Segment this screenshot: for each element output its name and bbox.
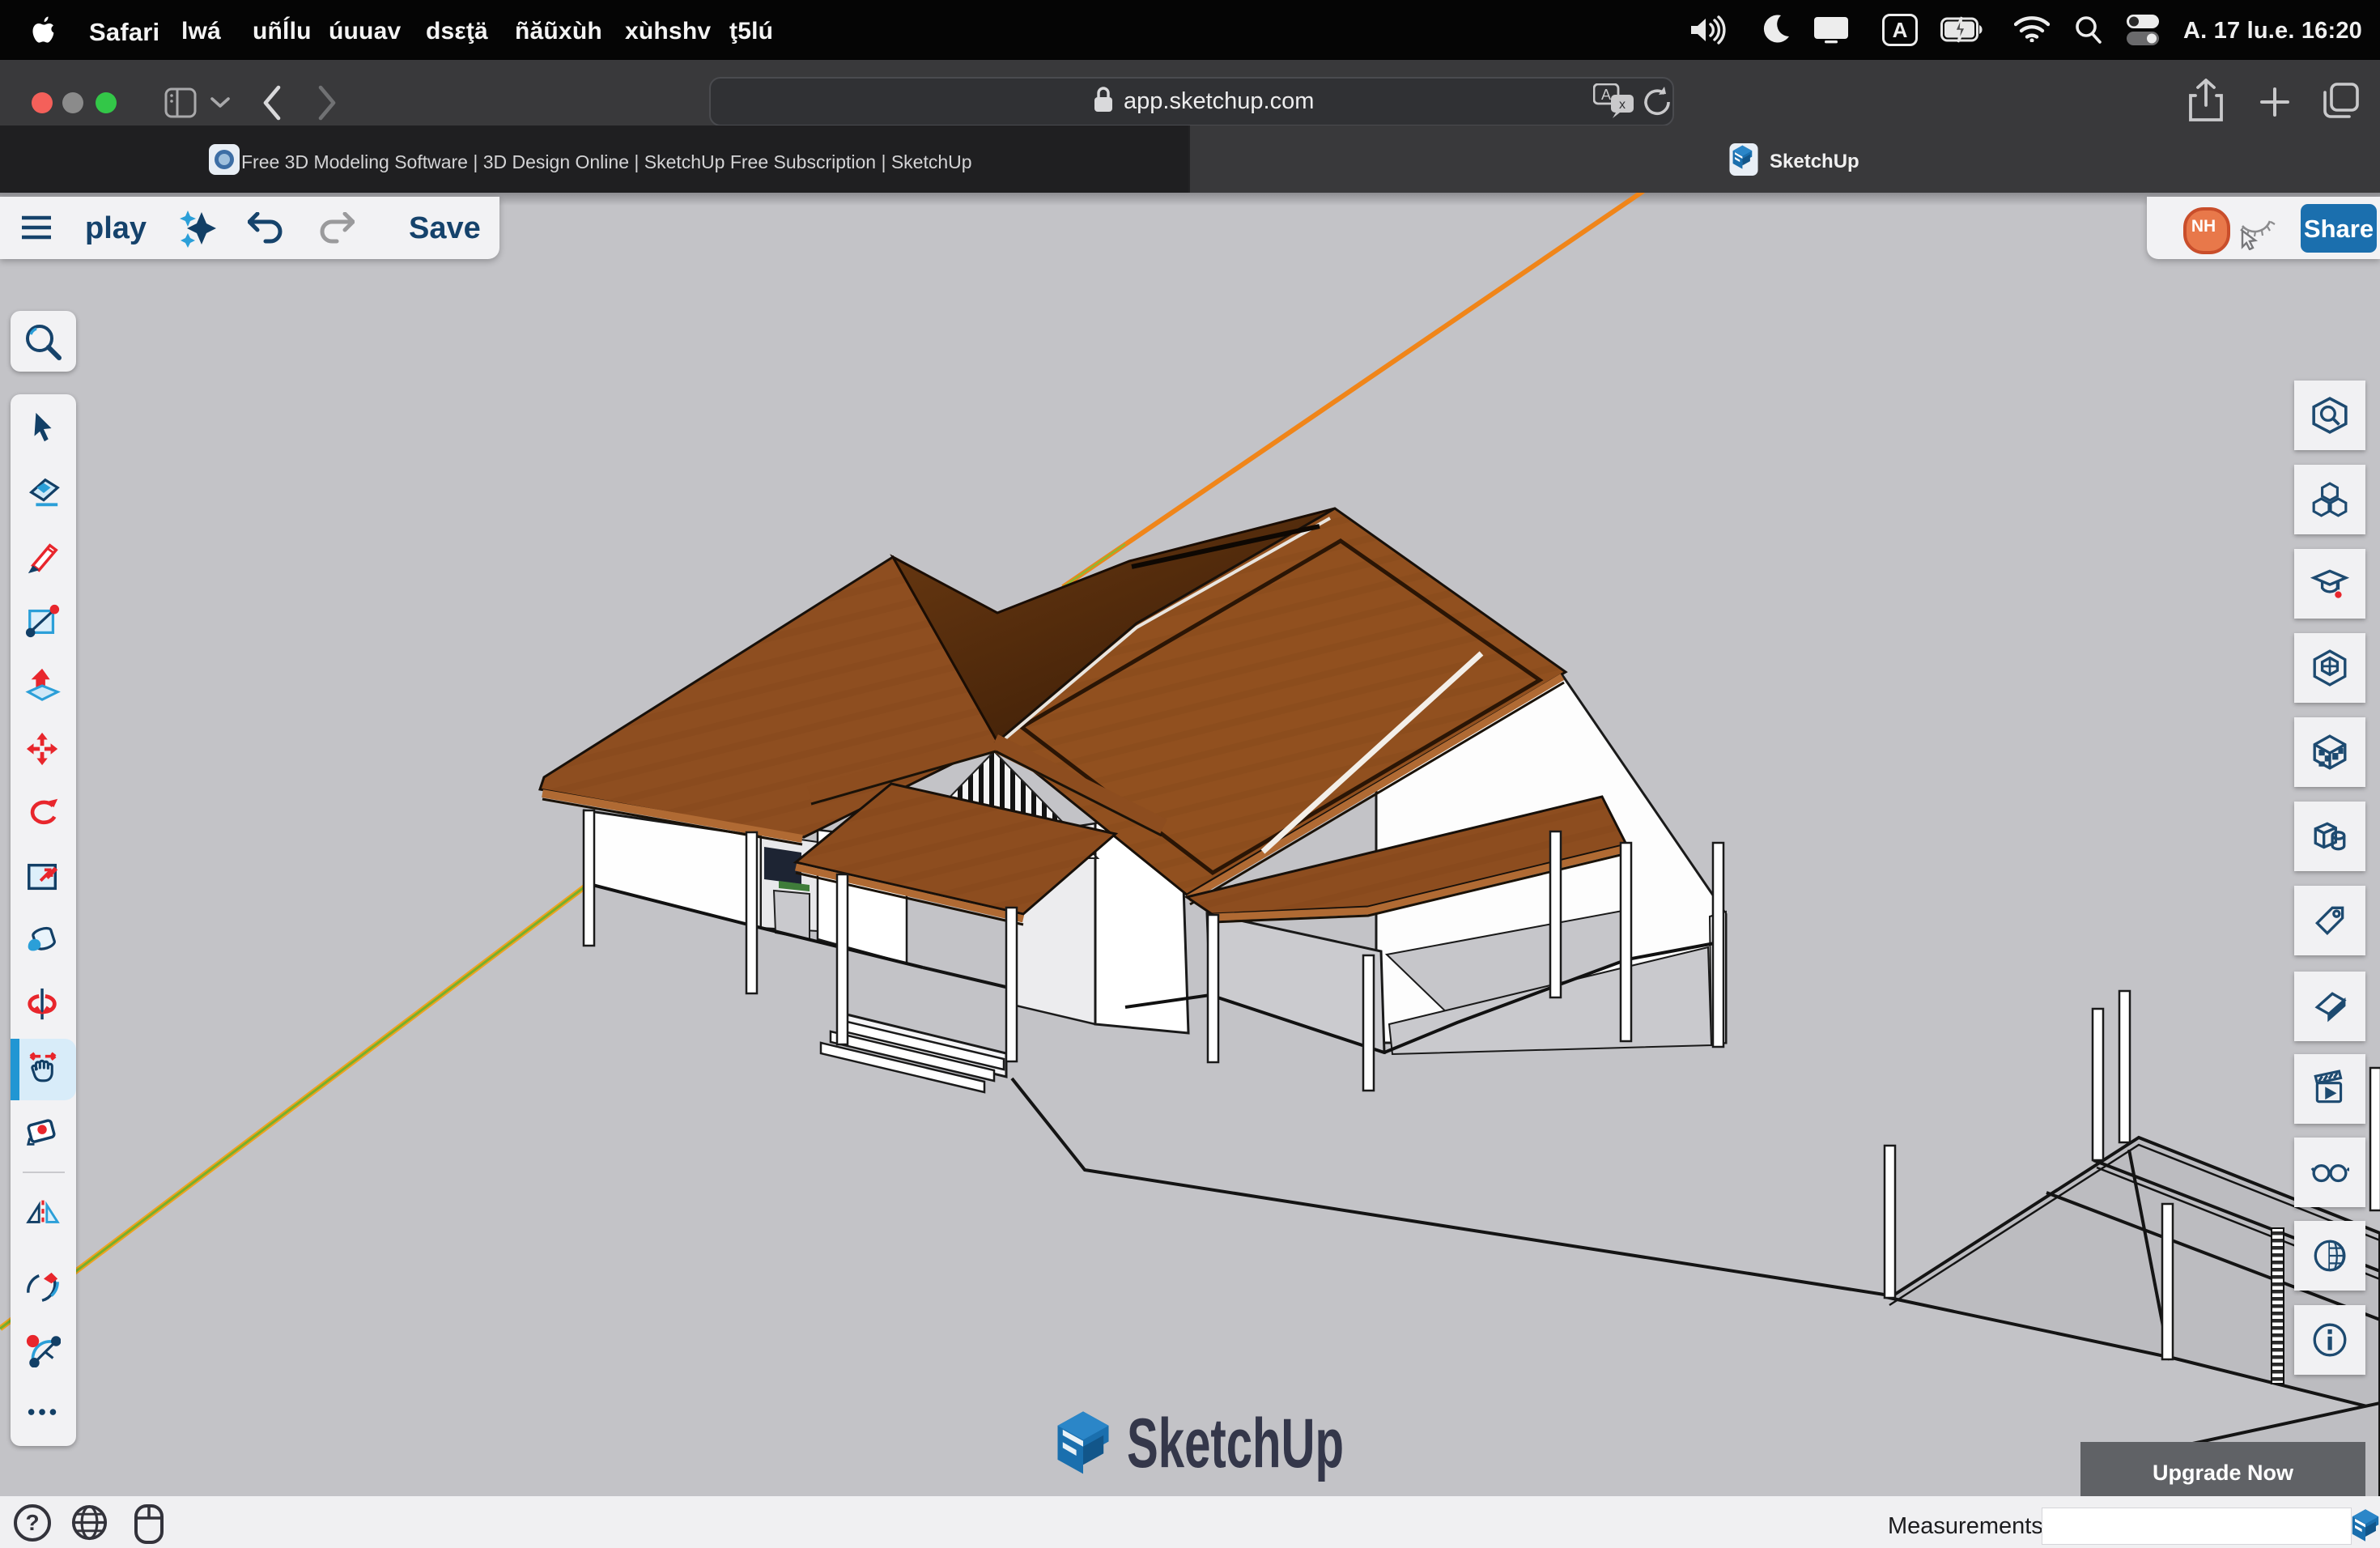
- svg-text:A: A: [1893, 18, 1908, 42]
- svg-text:A: A: [1601, 87, 1611, 103]
- svg-text:SketchUp: SketchUp: [1127, 1405, 1344, 1482]
- svg-text:x: x: [1619, 98, 1626, 112]
- svg-text:Upgrade Now: Upgrade Now: [2153, 1461, 2294, 1485]
- svg-text:?: ?: [25, 1510, 39, 1535]
